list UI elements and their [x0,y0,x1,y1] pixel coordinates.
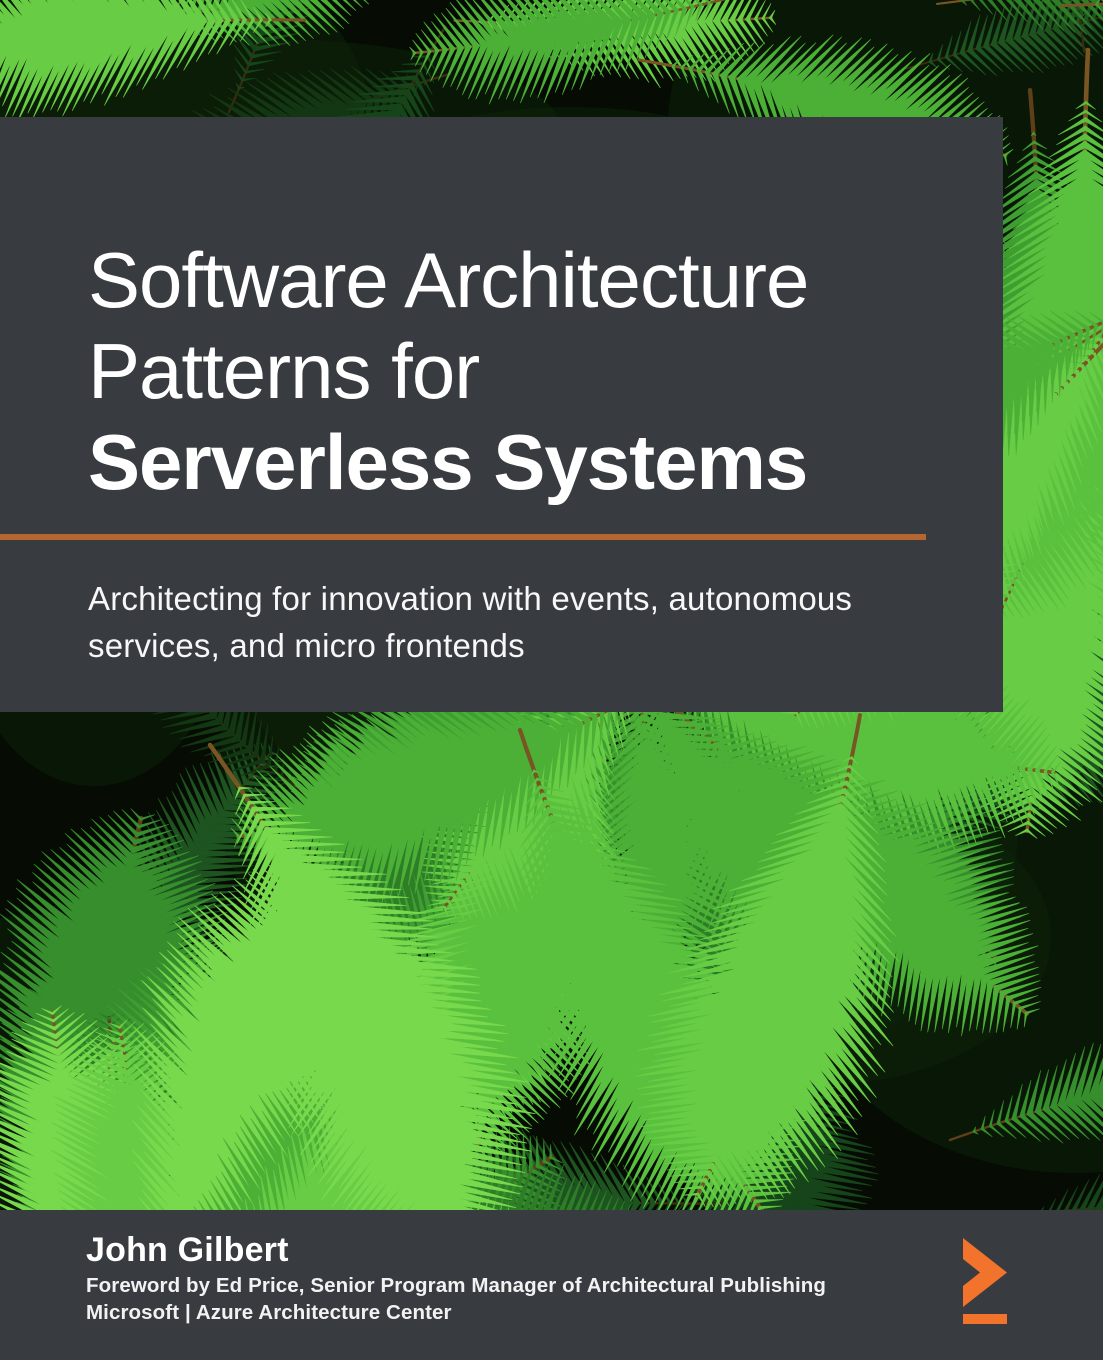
title-line-1: Software Architecture [88,235,808,326]
foreword-line-1: Foreword by Ed Price, Senior Program Man… [86,1272,826,1299]
accent-divider [0,534,926,540]
title-panel: Software Architecture Patterns for Serve… [0,117,1003,712]
title-line-3: Serverless Systems [88,417,808,508]
footer-bar: John Gilbert Foreword by Ed Price, Senio… [0,1210,1103,1360]
author-name: John Gilbert [86,1233,289,1267]
book-subtitle: Architecting for innovation with events,… [88,575,960,669]
foreword-line-2: Microsoft | Azure Architecture Center [86,1299,452,1326]
book-title: Software Architecture Patterns for Serve… [88,235,808,508]
book-cover: Software Architecture Patterns for Serve… [0,0,1103,1360]
title-line-2: Patterns for [88,326,808,417]
packt-logo-icon [961,1238,1009,1326]
